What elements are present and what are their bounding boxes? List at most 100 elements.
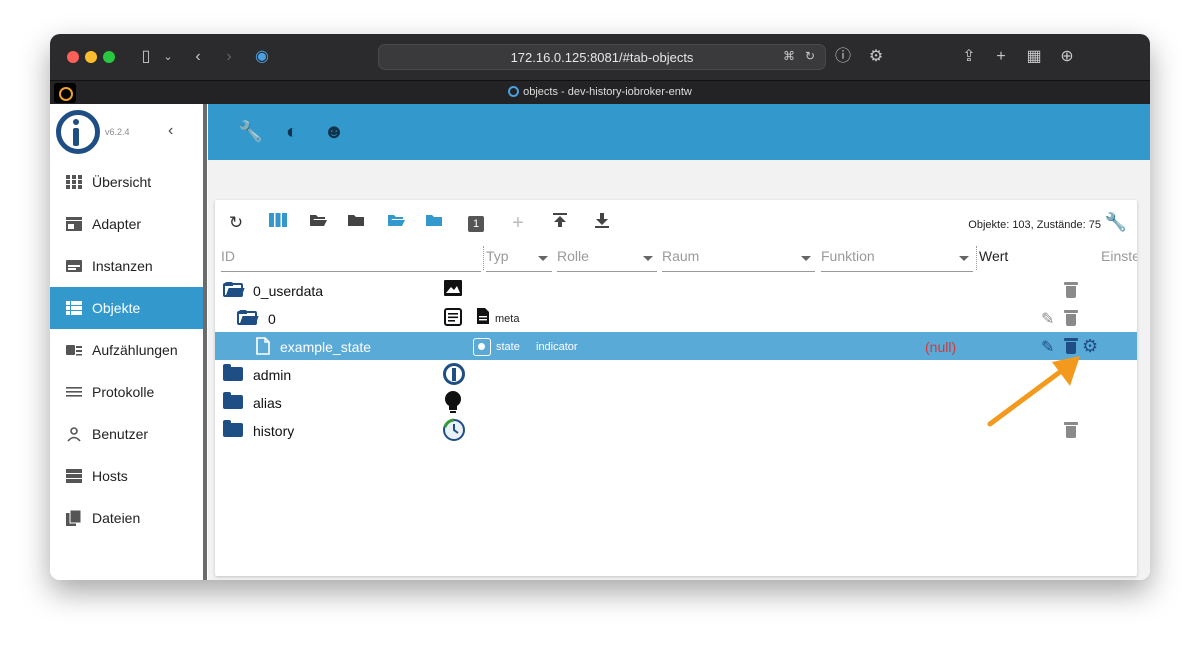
sidebar-item-adapter[interactable]: Adapter	[50, 203, 203, 245]
collapse-sidebar-icon[interactable]: ‹	[168, 122, 173, 140]
wrench-icon[interactable]: 🔧	[238, 120, 263, 144]
browser-toolbar: ▯ ⌄ ‹ › ◉ 172.16.0.125:8081/#tab-objects…	[50, 34, 1150, 80]
refresh-icon[interactable]: ↻	[225, 212, 247, 234]
site-logo-icon: ◉	[255, 48, 269, 65]
settings-icon[interactable]: ⚙	[864, 45, 888, 69]
tab-overview-icon[interactable]: ▦	[1022, 45, 1046, 69]
sidebar-item-label: Adapter	[92, 216, 142, 232]
expand-all-icon[interactable]	[385, 212, 407, 234]
table-row[interactable]: 0 meta ✎	[215, 304, 1137, 332]
dropdown-arrow-icon	[959, 256, 969, 261]
lightbulb-icon	[443, 390, 463, 419]
instances-icon	[66, 260, 82, 272]
einstellungen-column-header: Einste	[1101, 248, 1137, 272]
dropdown-arrow-icon	[801, 256, 811, 261]
tab-title-text: objects - dev-history-iobroker-entw	[523, 86, 692, 98]
id-filter-input[interactable]: ID	[221, 248, 481, 272]
address-bar[interactable]: 172.16.0.125:8081/#tab-objects ⌘ ↻	[378, 44, 826, 70]
rolle-filter-select[interactable]: Rolle	[557, 248, 657, 272]
expert-mode-icon[interactable]: ☻	[322, 120, 346, 144]
delete-icon[interactable]	[1064, 282, 1078, 298]
sidebar-toggle-icon[interactable]: ▯	[134, 45, 158, 69]
level-badge: 1	[468, 216, 484, 232]
add-object-icon[interactable]: +	[507, 212, 529, 234]
file-icon	[256, 337, 270, 360]
sidebar-item-objekte[interactable]: Objekte	[50, 287, 203, 329]
sidebar-item-label: Dateien	[92, 510, 141, 526]
collapse-all-icon[interactable]	[423, 212, 445, 234]
funktion-filter-select[interactable]: Funktion	[821, 248, 973, 272]
back-icon[interactable]: ‹	[186, 45, 210, 69]
row-label: example_state	[280, 339, 372, 355]
list-icon	[66, 301, 82, 315]
tab-title[interactable]: objects - dev-history-iobroker-entw	[50, 86, 1150, 98]
typ-column-label: Typ	[486, 248, 509, 264]
info-icon[interactable]: ⓘ	[831, 45, 855, 69]
rolle-column-label: Rolle	[557, 248, 589, 264]
edit-icon[interactable]: ✎	[1041, 309, 1054, 329]
sidebar-item-aufzaehlungen[interactable]: Aufzählungen	[50, 329, 203, 371]
forward-icon[interactable]: ›	[217, 45, 241, 69]
chevron-down-icon[interactable]: ⌄	[156, 45, 180, 69]
table-row[interactable]: 0_userdata	[215, 276, 1137, 304]
row-label: alias	[253, 395, 282, 411]
log-icon	[66, 387, 82, 397]
meta-file-icon	[473, 308, 493, 328]
delete-icon[interactable]	[1064, 310, 1078, 326]
column-divider[interactable]	[483, 246, 484, 270]
columns-icon[interactable]	[267, 212, 289, 234]
column-divider[interactable]	[976, 246, 977, 270]
wrench-settings-icon[interactable]: 🔧	[1105, 212, 1127, 233]
downloads-icon[interactable]: ⊕	[1055, 45, 1079, 69]
row-label: history	[253, 423, 295, 439]
folder-closed-icon[interactable]	[345, 212, 367, 234]
new-tab-icon[interactable]: +	[989, 45, 1013, 69]
wert-value[interactable]: (null)	[925, 339, 956, 355]
folder-open-icon[interactable]	[223, 282, 243, 297]
raum-column-label: Raum	[662, 248, 700, 264]
brightness-icon[interactable]: ◐	[280, 120, 304, 144]
iobroker-logo	[56, 110, 100, 154]
translate-icon[interactable]: ⌘	[783, 49, 795, 63]
einstellungen-column-label: Einste	[1101, 248, 1137, 264]
dropdown-arrow-icon	[538, 256, 548, 261]
dropdown-arrow-icon	[643, 256, 653, 261]
download-icon[interactable]	[591, 212, 613, 234]
rolle-value: indicator	[536, 341, 578, 353]
folder-icon[interactable]	[223, 364, 243, 381]
sidebar-item-hosts[interactable]: Hosts	[50, 455, 203, 497]
folder-open-icon[interactable]	[307, 212, 329, 234]
browser-window: ▯ ⌄ ‹ › ◉ 172.16.0.125:8081/#tab-objects…	[50, 34, 1150, 580]
sidebar-item-label: Instanzen	[92, 258, 153, 274]
sidebar-item-instanzen[interactable]: Instanzen	[50, 245, 203, 287]
document-icon	[443, 308, 463, 328]
grid-icon	[66, 175, 82, 189]
reload-icon[interactable]: ↻	[805, 49, 815, 63]
id-column-label: ID	[221, 248, 235, 264]
minimize-window-button[interactable]	[85, 51, 97, 63]
expand-one-level-icon[interactable]: 1	[465, 212, 487, 234]
folder-icon[interactable]	[223, 392, 243, 409]
typ-filter-select[interactable]: Typ	[486, 248, 552, 272]
sidebar-item-label: Übersicht	[92, 174, 152, 190]
annotation-arrow	[987, 356, 1080, 427]
hosts-icon	[66, 469, 82, 483]
sidebar-item-label: Protokolle	[92, 384, 155, 400]
close-window-button[interactable]	[67, 51, 79, 63]
sidebar-item-protokolle[interactable]: Protokolle	[50, 371, 203, 413]
sidebar-scrollbar[interactable]	[203, 104, 207, 580]
state-icon	[473, 338, 491, 356]
sidebar-item-benutzer[interactable]: Benutzer	[50, 413, 203, 455]
folder-icon[interactable]	[223, 420, 243, 437]
raum-filter-select[interactable]: Raum	[662, 248, 815, 272]
typ-value: meta	[495, 313, 520, 325]
tab-strip: objects - dev-history-iobroker-entw	[50, 80, 1150, 104]
upload-icon[interactable]	[549, 212, 571, 234]
sidebar-item-dateien[interactable]: Dateien	[50, 497, 203, 539]
sidebar-item-uebersicht[interactable]: Übersicht	[50, 161, 203, 203]
folder-open-icon[interactable]	[237, 310, 257, 325]
funktion-column-label: Funktion	[821, 248, 875, 264]
maximize-window-button[interactable]	[103, 51, 115, 63]
share-icon[interactable]: ⇪	[957, 45, 981, 69]
iobroker-app: v6.2.4 ‹ Übersicht Adapter Instanzen Obj…	[50, 104, 1150, 580]
